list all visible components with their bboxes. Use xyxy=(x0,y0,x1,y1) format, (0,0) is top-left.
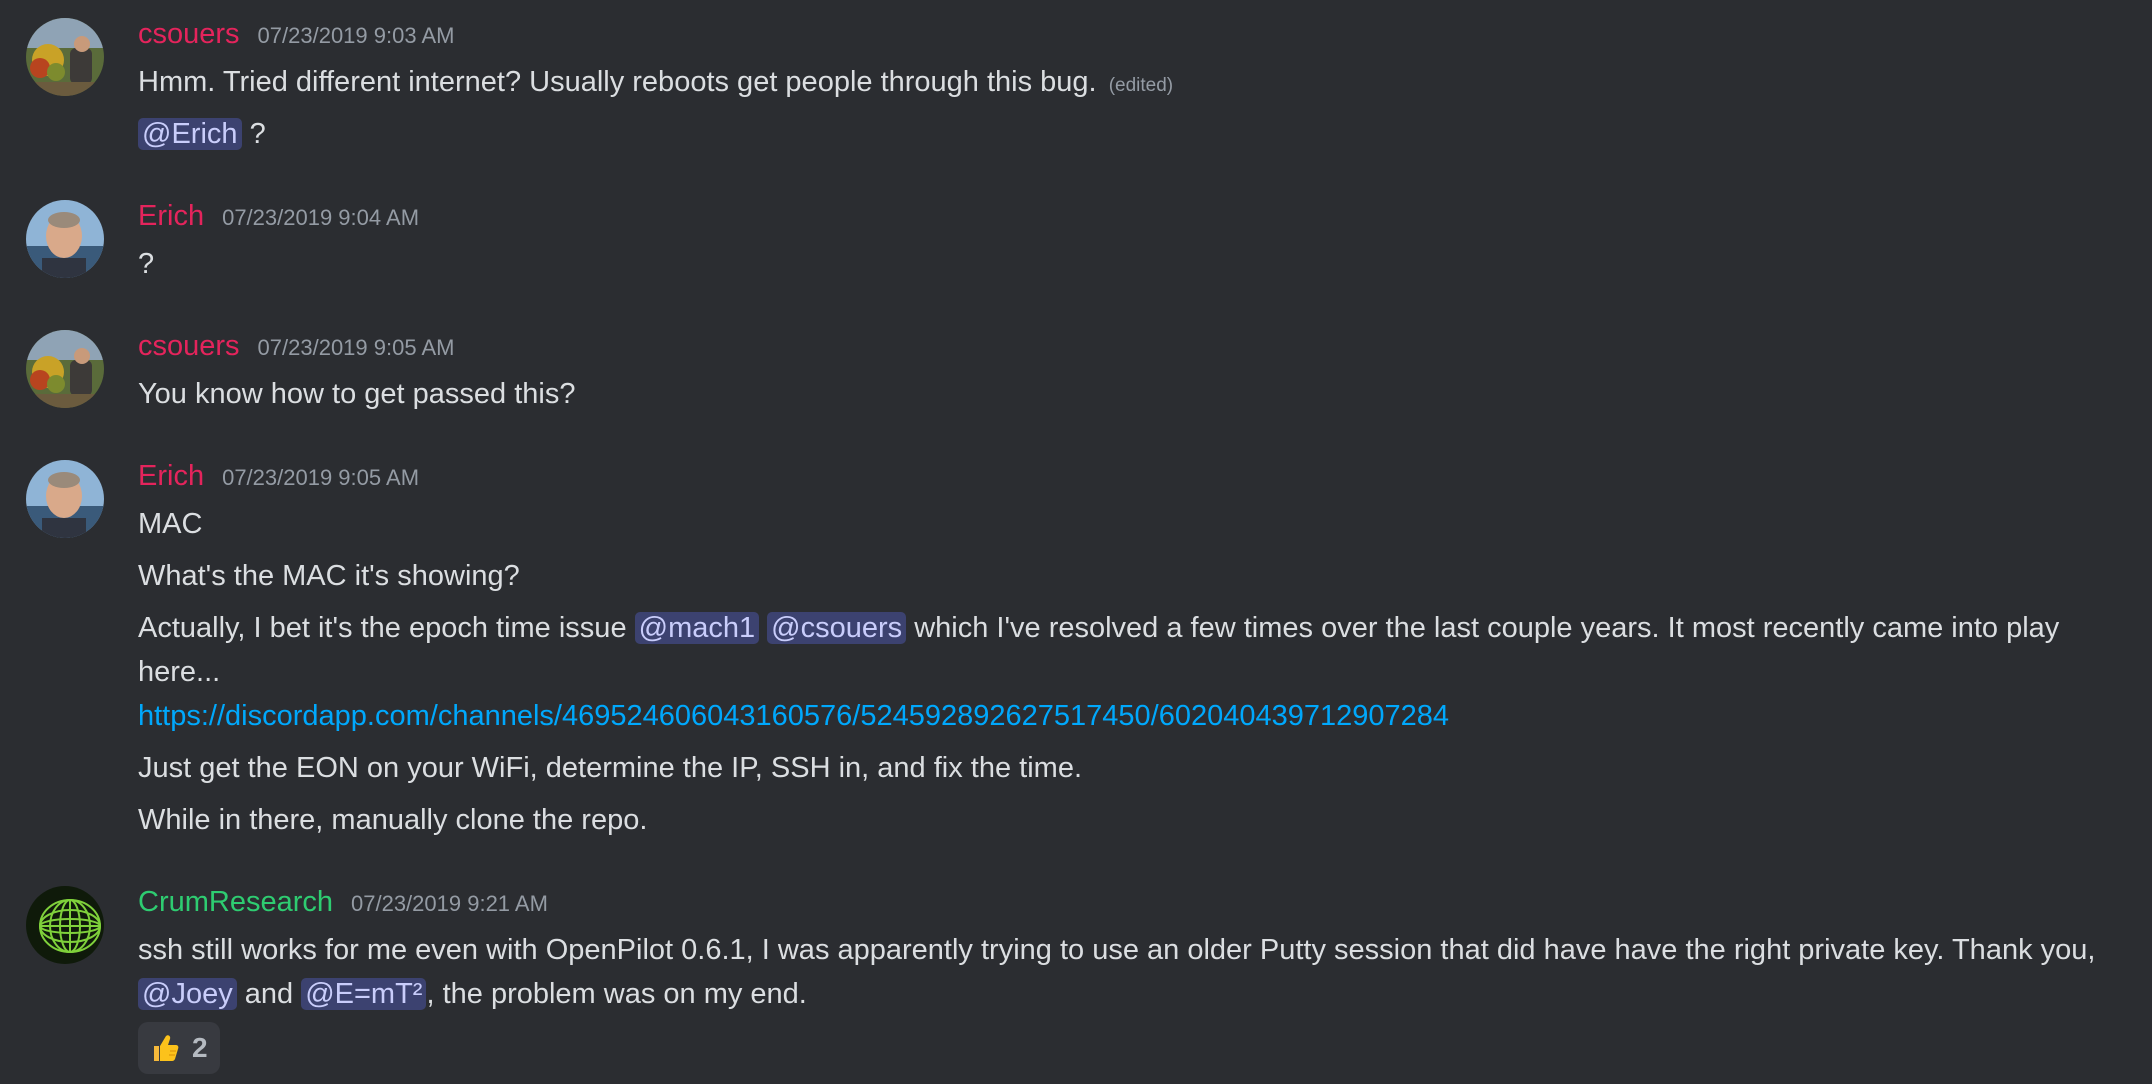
message-link: https://discordapp.com/channels/46952460… xyxy=(138,694,1449,738)
message-header: Erich 07/23/2019 9:04 AM xyxy=(138,200,419,240)
message-text: You know how to get passed this? xyxy=(138,378,576,410)
mention-csouers[interactable]: @csouers xyxy=(767,612,907,644)
timestamp: 07/23/2019 9:21 AM xyxy=(351,891,548,916)
message-text: ssh still works for me even with OpenPil… xyxy=(138,934,2096,1010)
message-text: MAC xyxy=(138,508,203,540)
message-text: While in there, manually clone the repo. xyxy=(138,804,648,836)
username[interactable]: Erich xyxy=(138,460,204,493)
timestamp: 07/23/2019 9:05 AM xyxy=(222,465,420,490)
username[interactable]: csouers xyxy=(138,18,240,51)
channel-link[interactable]: https://discordapp.com/channels/46952460… xyxy=(138,700,1449,732)
message-header: CrumResearch 07/23/2019 9:21 AM xyxy=(138,886,548,926)
mention-mach1[interactable]: @mach1 xyxy=(634,612,760,644)
message-text: What's the MAC it's showing? xyxy=(138,560,520,592)
avatar-erich[interactable] xyxy=(26,460,104,538)
timestamp: 07/23/2019 9:03 AM xyxy=(257,23,455,48)
timestamp: 07/23/2019 9:05 AM xyxy=(257,335,455,360)
username[interactable]: csouers xyxy=(138,330,240,363)
message-header: csouers 07/23/2019 9:05 AM xyxy=(138,330,454,370)
mention-joey[interactable]: @Joey xyxy=(138,978,237,1010)
message-text: @Erich ? xyxy=(138,112,266,156)
mention-emt2[interactable]: @E=mT² xyxy=(301,978,427,1010)
message-text: Hmm. Tried different internet? Usually r… xyxy=(138,66,1174,98)
timestamp: 07/23/2019 9:04 AM xyxy=(222,205,420,230)
message-header: csouers 07/23/2019 9:03 AM xyxy=(138,18,454,58)
message-text: Just get the EON on your WiFi, determine… xyxy=(138,752,1083,784)
message-text: Actually, I bet it's the epoch time issu… xyxy=(138,612,2060,688)
reaction-thumbs-up[interactable]: 2 xyxy=(138,1022,220,1074)
chat-messages: csouers 07/23/2019 9:03 AM Hmm. Tried di… xyxy=(0,0,2152,1084)
username[interactable]: CrumResearch xyxy=(138,886,333,919)
avatar-csouers[interactable] xyxy=(26,330,104,408)
avatar-crumresearch[interactable] xyxy=(26,886,104,964)
thumbs-up-icon xyxy=(150,1032,182,1064)
reaction-count: 2 xyxy=(192,1032,208,1063)
message-header: Erich 07/23/2019 9:05 AM xyxy=(138,460,419,500)
avatar-erich[interactable] xyxy=(26,200,104,278)
avatar-csouers[interactable] xyxy=(26,18,104,96)
mention-erich[interactable]: @Erich xyxy=(138,118,242,150)
message-text: ? xyxy=(138,248,155,280)
username[interactable]: Erich xyxy=(138,200,204,233)
edited-label: (edited) xyxy=(1108,75,1174,96)
